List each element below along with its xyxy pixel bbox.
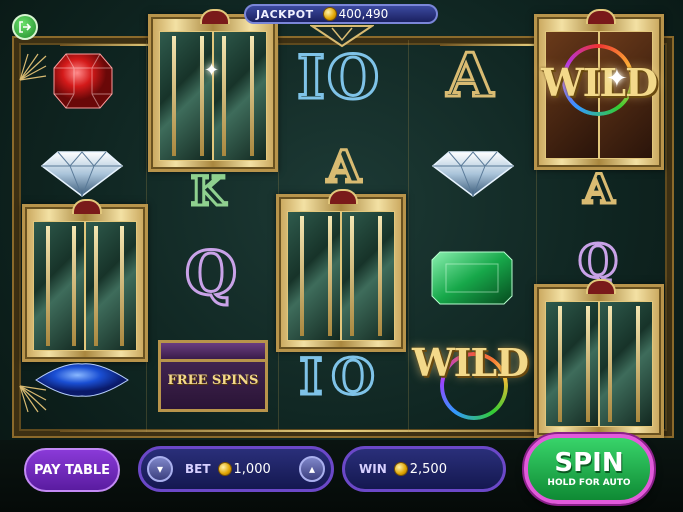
spin-button[interactable]: SPIN HOLD FOR AUTO xyxy=(524,434,654,504)
exit-icon xyxy=(19,21,32,33)
spin-label: SPIN xyxy=(554,448,624,478)
letter-a-symbol: A xyxy=(325,142,362,193)
sparkle-icon: ✦ xyxy=(606,64,628,94)
bet-decrease-button[interactable]: ▾ xyxy=(147,456,173,482)
free-spins-chest-symbol: FREE SPINS xyxy=(158,340,268,412)
art-deco-fan-icon xyxy=(19,53,47,81)
letter-q-symbol: Q xyxy=(183,239,238,309)
coin-icon xyxy=(323,8,336,20)
sparkle-icon: ✦ xyxy=(204,60,220,81)
exit-button[interactable] xyxy=(12,14,38,40)
emerald-gem-icon xyxy=(431,251,513,305)
wild-symbol: WILD xyxy=(540,60,658,105)
letter-q-symbol: Q xyxy=(576,234,619,288)
chevron-down-icon: ▾ xyxy=(156,462,164,476)
letter-a-symbol: A xyxy=(445,41,495,111)
wild-symbol: WILD xyxy=(411,340,529,385)
diamond-gem-icon xyxy=(431,151,515,198)
win-label: WIN xyxy=(359,462,387,476)
win-display: WIN 2,500 xyxy=(342,446,506,492)
win-value: 2,500 xyxy=(409,461,447,477)
jackpot-display: JACKPOT 400,490 xyxy=(244,4,438,24)
chevron-up-icon: ▴ xyxy=(308,462,316,476)
elevator-doors-symbol xyxy=(148,9,278,172)
elevator-doors-symbol xyxy=(22,199,148,362)
coin-icon xyxy=(394,463,407,475)
coin-icon xyxy=(218,463,231,475)
bet-control: ▾ BET 1,000 ▴ xyxy=(138,446,334,492)
bet-label: BET xyxy=(185,462,211,476)
letter-a-symbol: A xyxy=(582,166,616,213)
sapphire-gem-icon xyxy=(35,363,129,397)
bet-increase-button[interactable]: ▴ xyxy=(299,456,325,482)
ruby-gem-icon xyxy=(53,53,113,109)
letter-o-symbol: O xyxy=(330,347,377,406)
free-spins-label: FREE SPINS xyxy=(167,373,259,388)
elevator-doors-symbol xyxy=(534,279,664,438)
jackpot-label: JACKPOT xyxy=(256,7,314,21)
letter-k-symbol: K xyxy=(189,168,227,215)
bet-value: 1,000 xyxy=(233,461,271,477)
reel-separator xyxy=(408,40,409,432)
jackpot-value: 400,490 xyxy=(338,7,389,21)
spin-sub-label: HOLD FOR AUTO xyxy=(547,478,631,488)
letter-o-symbol: O xyxy=(325,43,380,113)
elevator-doors-symbol xyxy=(276,189,406,352)
pay-table-button[interactable]: PAY TABLE xyxy=(24,448,120,492)
diamond-gem-icon xyxy=(40,151,124,198)
